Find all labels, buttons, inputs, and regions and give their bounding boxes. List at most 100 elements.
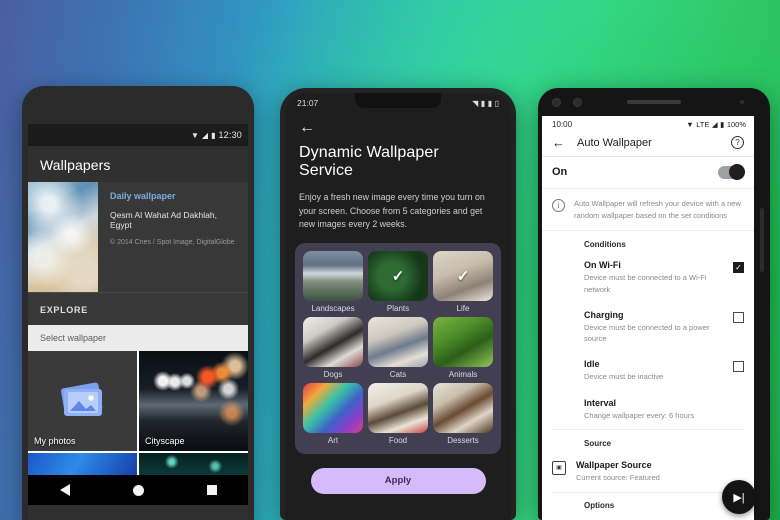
check-icon: ✓ xyxy=(391,267,405,285)
select-wallpaper-label: Select wallpaper xyxy=(28,325,248,351)
category-panel: Landscapes ✓ Plants ✓ Life Dogs Cats Ani… xyxy=(295,242,501,454)
phone3-bezel-top xyxy=(538,88,770,116)
condition-checkbox[interactable] xyxy=(733,361,744,373)
category-item-landscapes[interactable]: Landscapes xyxy=(303,250,363,313)
condition-title: Idle xyxy=(584,359,600,370)
interval-title: Interval xyxy=(584,397,617,408)
info-text: Auto Wallpaper will refresh your device … xyxy=(574,199,741,220)
apply-button[interactable]: Apply xyxy=(310,467,486,494)
section-header-source: Source xyxy=(584,438,612,448)
daily-wallpaper-info: Daily wallpaper Qesm Al Wahat Ad Dakhlah… xyxy=(98,182,248,292)
signal-icon: ◢ xyxy=(201,130,209,140)
daily-wallpaper-card[interactable]: Daily wallpaper Qesm Al Wahat Ad Dakhlah… xyxy=(28,182,248,292)
category-item-art[interactable]: Art xyxy=(303,382,363,445)
page-title: Dynamic Wallpaper Service xyxy=(299,144,439,179)
condition-row-charging[interactable]: Charging Device must be connected to a p… xyxy=(542,304,754,354)
explore-button[interactable]: EXPLORE xyxy=(28,292,248,325)
category-thumbnail: ✓ xyxy=(433,250,493,301)
category-item-life[interactable]: ✓ Life xyxy=(433,250,493,313)
recents-icon[interactable] xyxy=(206,485,217,495)
condition-row-idle[interactable]: Idle Device must be inactive xyxy=(542,353,754,391)
category-item-animals[interactable]: Animals xyxy=(433,316,493,379)
daily-wallpaper-copyright: © 2014 Cnes / Spot Image, DigitalGlobe xyxy=(110,239,235,246)
phone3-screen: 10:00 ▼ LTE ◢ ▮ 100% ← Auto Wallpaper ? … xyxy=(542,116,754,520)
lock-icon: ▯ xyxy=(494,98,499,108)
wallpaper-tile-label: Cityscape xyxy=(145,436,185,446)
category-item-dogs[interactable]: Dogs xyxy=(303,316,363,379)
category-item-desserts[interactable]: Desserts xyxy=(433,382,493,445)
category-item-plants[interactable]: ✓ Plants xyxy=(368,250,428,313)
network-label: LTE xyxy=(696,120,710,129)
interval-row[interactable]: Interval Change wallpaper every: 6 hours xyxy=(542,392,754,429)
page-title: Auto Wallpaper xyxy=(577,136,652,149)
source-subtitle: Current source: Featured xyxy=(576,472,660,482)
wallpaper-tile-my-photos[interactable]: My photos xyxy=(28,351,137,451)
category-label: Animals xyxy=(448,369,478,379)
signal-icon: ▮ xyxy=(480,98,486,108)
wallpaper-source-row[interactable]: ▣ Wallpaper Source Current source: Featu… xyxy=(542,453,754,492)
signal-icon: ▮ xyxy=(487,98,493,108)
phone2-status-time: 21:07 xyxy=(297,98,319,108)
category-item-cats[interactable]: Cats xyxy=(368,316,428,379)
toggle-knob xyxy=(729,164,745,180)
source-title: Wallpaper Source xyxy=(576,459,652,470)
info-row: i Auto Wallpaper will refresh your devic… xyxy=(542,189,754,232)
battery-icon: ▮ xyxy=(211,130,216,140)
condition-checkbox[interactable] xyxy=(733,311,744,323)
condition-texts: On Wi-Fi Device must be connected to a W… xyxy=(584,260,725,295)
phone2-status-bar: 21:07 ◥ ▮ ▮ ▯ xyxy=(285,93,511,113)
wallpaper-tile-cityscape[interactable]: Cityscape xyxy=(139,351,248,451)
condition-subtitle: Device must be connected to a Wi-Fi netw… xyxy=(584,273,707,294)
wifi-icon: ▼ xyxy=(686,120,694,129)
category-thumbnail xyxy=(368,382,428,433)
skip-next-icon[interactable]: ▶| xyxy=(722,480,756,514)
category-label: Food xyxy=(388,435,408,445)
category-thumbnail xyxy=(303,316,363,367)
phone1-status-time: 12:30 xyxy=(218,130,242,140)
battery-level: 100% xyxy=(726,120,746,129)
condition-subtitle: Device must be connected to a power sour… xyxy=(584,322,710,343)
info-icon: i xyxy=(552,199,565,212)
back-icon[interactable] xyxy=(59,484,70,496)
wallpaper-tile-partial-1[interactable] xyxy=(28,453,137,475)
phone3-status-bar: 10:00 ▼ LTE ◢ ▮ 100% xyxy=(542,116,754,131)
category-label: Art xyxy=(327,435,339,445)
condition-row-on-wifi[interactable]: On Wi-Fi Device must be connected to a W… xyxy=(542,254,754,304)
wallpaper-grid: My photos Cityscape xyxy=(28,351,248,475)
back-arrow-icon[interactable]: ← xyxy=(552,136,565,149)
interval-subtitle: Change wallpaper every: 6 hours xyxy=(584,410,695,420)
interval-texts: Interval Change wallpaper every: 6 hours xyxy=(584,398,744,421)
phone-dynamic-wallpaper-service: 21:07 ◥ ▮ ▮ ▯ ← Dynamic Wallpaper Servic… xyxy=(280,88,516,520)
help-icon[interactable]: ? xyxy=(731,136,744,149)
app-bar: ← Auto Wallpaper ? xyxy=(542,131,754,157)
signal-icon: ◢ xyxy=(711,120,718,129)
phone1-screen: ▼ ◢ ▮ 12:30 Wallpapers Daily wallpaper Q… xyxy=(28,124,248,520)
power-button[interactable] xyxy=(760,208,764,272)
category-label: Cats xyxy=(389,369,407,379)
sensor-icon xyxy=(740,100,744,104)
auto-wallpaper-master-toggle-row[interactable]: On xyxy=(542,157,754,189)
condition-title: Charging xyxy=(584,309,624,320)
condition-checkbox[interactable]: ✓ xyxy=(733,262,744,274)
wallpaper-source-icon: ▣ xyxy=(552,460,566,475)
category-item-food[interactable]: Food xyxy=(368,382,428,445)
back-arrow-icon[interactable]: ← xyxy=(285,113,511,136)
wifi-icon: ◥ xyxy=(472,98,479,108)
category-label: Life xyxy=(456,303,470,313)
category-label: Plants xyxy=(386,303,410,313)
category-thumbnail xyxy=(303,250,363,301)
phone1-status-bar: ▼ ◢ ▮ 12:30 xyxy=(28,124,248,146)
daily-wallpaper-thumbnail xyxy=(28,182,98,292)
wallpaper-tile-partial-2[interactable] xyxy=(139,453,248,475)
phone3-status-icons: ▼ LTE ◢ ▮ 100% xyxy=(686,120,746,129)
home-icon[interactable] xyxy=(132,484,144,496)
category-thumbnail: ✓ xyxy=(368,250,428,301)
master-toggle-switch[interactable] xyxy=(718,164,745,180)
camera-icon xyxy=(552,97,561,107)
daily-wallpaper-label: Daily wallpaper xyxy=(110,191,176,201)
speaker-grille xyxy=(627,100,681,104)
phone-auto-wallpaper-settings: 10:00 ▼ LTE ◢ ▮ 100% ← Auto Wallpaper ? … xyxy=(538,88,770,520)
phone-wallpapers-app: ▼ ◢ ▮ 12:30 Wallpapers Daily wallpaper Q… xyxy=(22,86,254,520)
condition-texts: Idle Device must be inactive xyxy=(584,359,725,382)
phone3-status-time: 10:00 xyxy=(552,120,573,129)
